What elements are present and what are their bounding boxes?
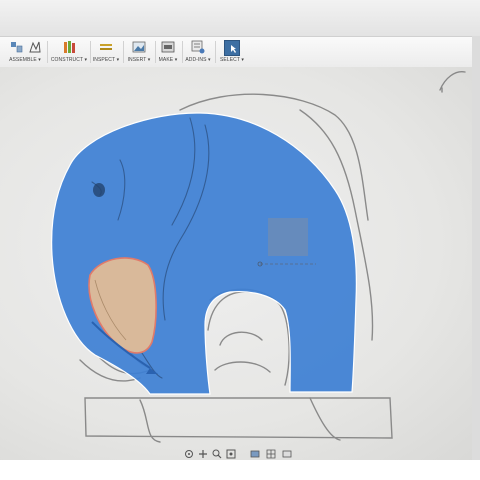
assemble-icon[interactable] xyxy=(10,40,24,54)
elephant-body-profile[interactable] xyxy=(51,112,357,395)
divider xyxy=(90,41,91,63)
select-group[interactable]: SELECT ▾ xyxy=(218,37,246,67)
navigation-bar xyxy=(180,444,300,459)
construct-group[interactable]: CONSTRUCT ▾ xyxy=(50,37,88,67)
make-label: MAKE ▾ xyxy=(158,57,178,63)
sketch-drawing xyxy=(51,71,466,443)
make-group[interactable]: MAKE ▾ xyxy=(156,37,180,67)
divider xyxy=(215,41,216,63)
title-bar xyxy=(0,0,480,36)
display-icon[interactable] xyxy=(250,446,260,458)
construct-icon[interactable] xyxy=(62,40,76,54)
insert-icon[interactable] xyxy=(132,40,146,54)
eye-mark xyxy=(93,183,105,197)
window-edge xyxy=(472,36,480,460)
grid-icon[interactable] xyxy=(266,446,276,459)
assemble-group[interactable]: ASSEMBLE ▾ xyxy=(6,37,44,67)
orbit-icon[interactable] xyxy=(184,446,194,458)
sketch-rectangle xyxy=(268,218,308,256)
inspect-icon[interactable] xyxy=(99,40,113,54)
insert-label: INSERT ▾ xyxy=(127,57,151,63)
divider xyxy=(182,41,183,63)
add-ins-label: ADD-INS ▾ xyxy=(185,57,211,63)
assemble-label: ASSEMBLE ▾ xyxy=(9,57,41,63)
pan-icon[interactable] xyxy=(198,446,208,458)
bottom-strip xyxy=(0,460,480,480)
joint-icon[interactable] xyxy=(28,40,42,54)
select-label: SELECT ▾ xyxy=(219,57,245,63)
sketch-base xyxy=(84,397,393,439)
select-icon[interactable] xyxy=(224,40,240,56)
view-icon[interactable] xyxy=(282,446,292,458)
zoom-icon[interactable] xyxy=(212,446,222,459)
inspect-group[interactable]: INSPECT ▾ xyxy=(92,37,120,67)
ribbon-toolbar: ASSEMBLE ▾ CONSTRUCT ▾ INSPECT ▾ INSERT … xyxy=(0,36,480,68)
insert-group[interactable]: INSERT ▾ xyxy=(125,37,153,67)
construct-label: CONSTRUCT ▾ xyxy=(50,57,88,63)
fit-icon[interactable] xyxy=(226,446,236,459)
add-ins-group[interactable]: ADD-INS ▾ xyxy=(184,37,212,67)
inspect-label: INSPECT ▾ xyxy=(92,57,120,63)
divider xyxy=(123,41,124,63)
make-icon[interactable] xyxy=(161,40,175,54)
add-ins-icon[interactable] xyxy=(191,40,205,54)
design-canvas[interactable] xyxy=(0,67,480,460)
divider xyxy=(47,41,48,63)
